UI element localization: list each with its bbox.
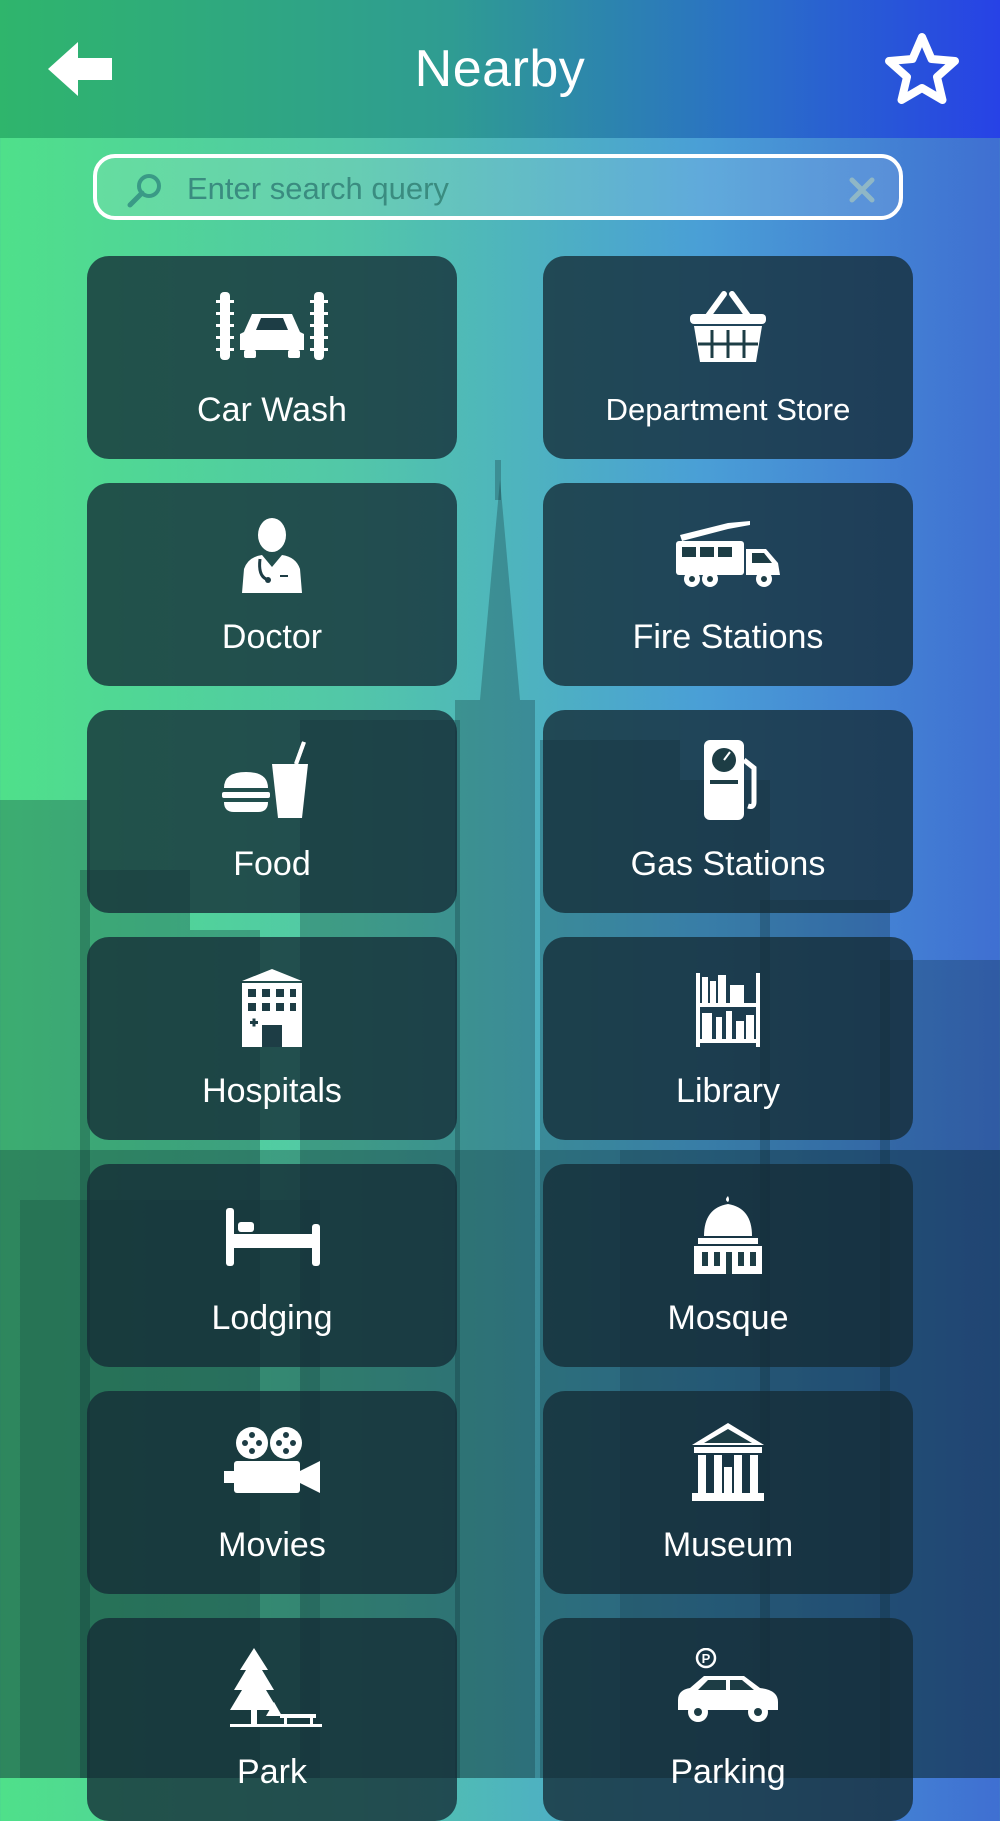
- category-car-wash[interactable]: Car Wash: [87, 256, 457, 459]
- category-label: Food: [233, 845, 311, 883]
- museum-icon: [692, 1423, 764, 1501]
- category-label: Car Wash: [197, 391, 347, 429]
- fuel-pump-icon: [704, 740, 757, 820]
- header-bar: Nearby: [0, 0, 1000, 138]
- parking-car-icon: P: [678, 1648, 778, 1722]
- star-outline-icon: [885, 33, 959, 104]
- category-fire-stations[interactable]: Fire Stations: [543, 483, 913, 686]
- basket-icon: [690, 291, 766, 362]
- movie-camera-icon: [224, 1427, 320, 1493]
- category-label: Doctor: [221, 618, 323, 656]
- category-label: Hospitals: [202, 1072, 342, 1110]
- category-food[interactable]: Food: [87, 710, 457, 913]
- category-parking[interactable]: P Parking: [543, 1618, 913, 1821]
- fire-truck-icon: [676, 521, 780, 587]
- category-label: Lodging: [211, 1299, 333, 1337]
- bookshelf-icon: [696, 973, 760, 1047]
- category-label: Library: [676, 1072, 780, 1110]
- bed-icon: [226, 1208, 320, 1266]
- category-department-store[interactable]: Department Store: [543, 256, 913, 459]
- magnifier-icon: [127, 174, 161, 208]
- favorite-button[interactable]: [884, 32, 960, 106]
- search-input[interactable]: [185, 164, 809, 214]
- page-title: Nearby: [414, 40, 586, 98]
- search-bar: [93, 154, 903, 220]
- category-label: Park: [237, 1753, 307, 1791]
- category-grid: Car Wash Department Store Doctor Fire St…: [87, 256, 913, 1821]
- category-gas-stations[interactable]: Gas Stations: [543, 710, 913, 913]
- category-label: Mosque: [667, 1299, 789, 1337]
- close-icon[interactable]: [847, 175, 877, 205]
- category-label: Movies: [218, 1526, 326, 1564]
- tree-bench-icon: [230, 1648, 322, 1727]
- category-label: Fire Stations: [632, 618, 824, 656]
- mosque-icon: [694, 1196, 762, 1274]
- category-movies[interactable]: Movies: [87, 1391, 457, 1594]
- category-museum[interactable]: Museum: [543, 1391, 913, 1594]
- burger-drink-icon: [222, 741, 308, 818]
- category-park[interactable]: Park: [87, 1618, 457, 1821]
- category-label: Gas Stations: [630, 845, 826, 883]
- category-label: Museum: [662, 1526, 794, 1564]
- category-mosque[interactable]: Mosque: [543, 1164, 913, 1367]
- category-lodging[interactable]: Lodging: [87, 1164, 457, 1367]
- category-library[interactable]: Library: [543, 937, 913, 1140]
- car-wash-icon: [216, 292, 328, 360]
- hospital-icon: [242, 969, 302, 1047]
- category-hospitals[interactable]: Hospitals: [87, 937, 457, 1140]
- svg-text:P: P: [702, 1651, 711, 1666]
- category-label: Department Store: [605, 392, 851, 427]
- doctor-icon: [242, 518, 302, 593]
- category-doctor[interactable]: Doctor: [87, 483, 457, 686]
- category-label: Parking: [670, 1753, 786, 1791]
